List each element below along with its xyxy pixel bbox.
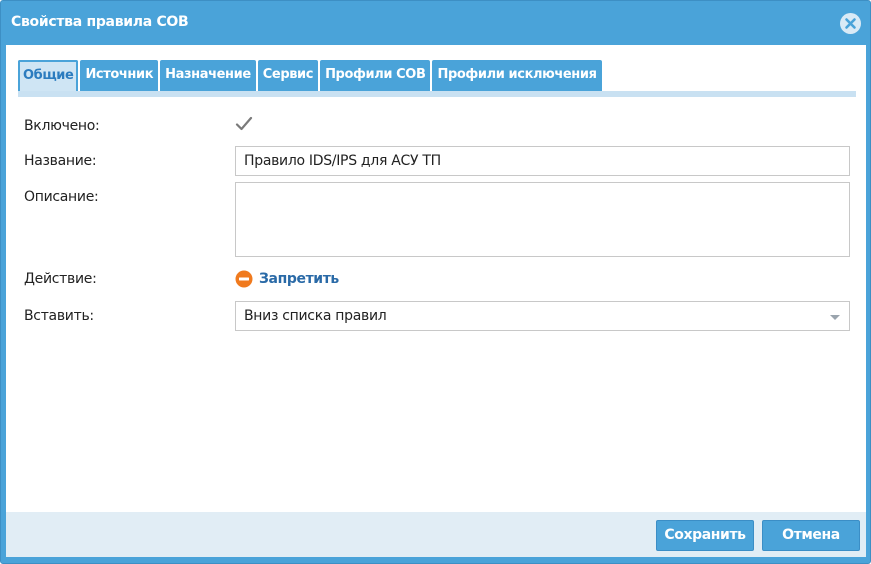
tab-exception-profiles[interactable]: Профили исключения — [432, 60, 602, 91]
enabled-label: Включено: — [24, 118, 100, 134]
description-label: Описание: — [24, 189, 99, 205]
dialog-footer: Сохранить Отмена — [6, 512, 866, 557]
tab-general[interactable]: Общие — [18, 60, 79, 91]
tab-bar: Общие Источник Назначение Сервис Профили… — [18, 60, 602, 91]
action-label: Действие: — [24, 271, 97, 287]
rule-properties-dialog: Свойства правила СОВ Общие Источник Назн… — [0, 0, 871, 564]
dialog-titlebar[interactable]: Свойства правила СОВ — [1, 1, 870, 45]
checkmark-icon — [235, 116, 253, 131]
insert-position-select[interactable]: Вниз списка правил — [235, 301, 850, 331]
insert-label: Вставить: — [24, 308, 94, 324]
tab-strip-divider — [18, 91, 856, 97]
save-button[interactable]: Сохранить — [656, 520, 754, 551]
deny-icon — [235, 270, 253, 288]
tab-service[interactable]: Сервис — [257, 60, 319, 91]
enabled-checkbox[interactable] — [235, 115, 253, 133]
insert-position-value: Вниз списка правил — [244, 308, 387, 324]
close-icon — [840, 13, 861, 34]
description-textarea[interactable] — [235, 182, 850, 257]
cancel-button[interactable]: Отмена — [762, 520, 860, 551]
action-selector[interactable]: Запретить — [235, 269, 339, 289]
dialog-body: Общие Источник Назначение Сервис Профили… — [6, 45, 866, 557]
tab-ids-profiles[interactable]: Профили СОВ — [320, 60, 431, 91]
dialog-title: Свойства правила СОВ — [11, 14, 189, 30]
action-value: Запретить — [259, 271, 339, 287]
close-button[interactable] — [840, 13, 861, 34]
tab-destination[interactable]: Назначение — [160, 60, 256, 91]
name-input[interactable]: Правило IDS/IPS для АСУ ТП — [235, 146, 850, 176]
chevron-down-icon — [830, 315, 840, 320]
tab-source[interactable]: Источник — [80, 60, 159, 91]
name-label: Название: — [24, 153, 97, 169]
